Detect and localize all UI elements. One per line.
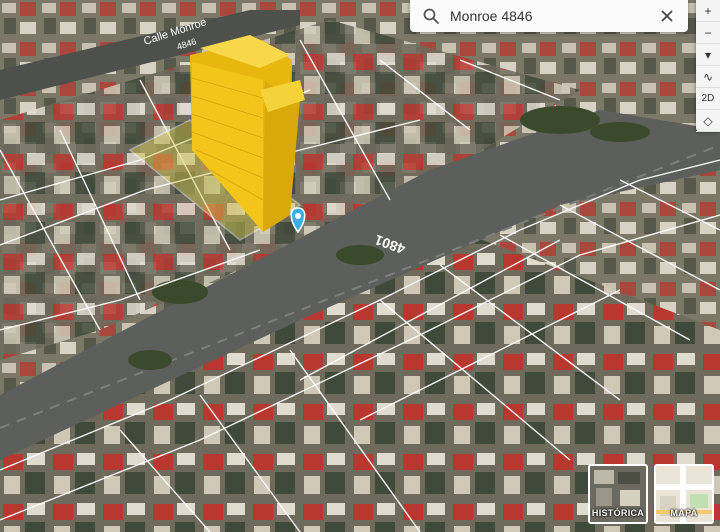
- map-controls: + − ▾ ∿ 2D ◇: [696, 0, 720, 132]
- compass-button[interactable]: ▾: [696, 44, 720, 66]
- layer-historica-label: HISTÓRICA: [591, 508, 645, 518]
- map-3d-view[interactable]: Calle Monroe 4846 4801: [0, 0, 720, 532]
- zoom-in-button[interactable]: +: [696, 0, 720, 22]
- layer-mapa-button[interactable]: MAPA: [654, 464, 714, 524]
- search-icon[interactable]: [422, 7, 440, 25]
- measure-button[interactable]: ◇: [696, 110, 720, 132]
- view-2d-button[interactable]: 2D: [696, 88, 720, 110]
- tilt-button[interactable]: ∿: [696, 66, 720, 88]
- search-bar[interactable]: Monroe 4846: [410, 0, 688, 32]
- zoom-out-button[interactable]: −: [696, 22, 720, 44]
- layer-historica-button[interactable]: HISTÓRICA: [588, 464, 648, 524]
- layer-switcher: HISTÓRICA MAPA: [588, 464, 714, 524]
- close-icon[interactable]: [660, 9, 674, 23]
- layer-mapa-label: MAPA: [670, 508, 698, 518]
- search-input[interactable]: Monroe 4846: [450, 8, 660, 24]
